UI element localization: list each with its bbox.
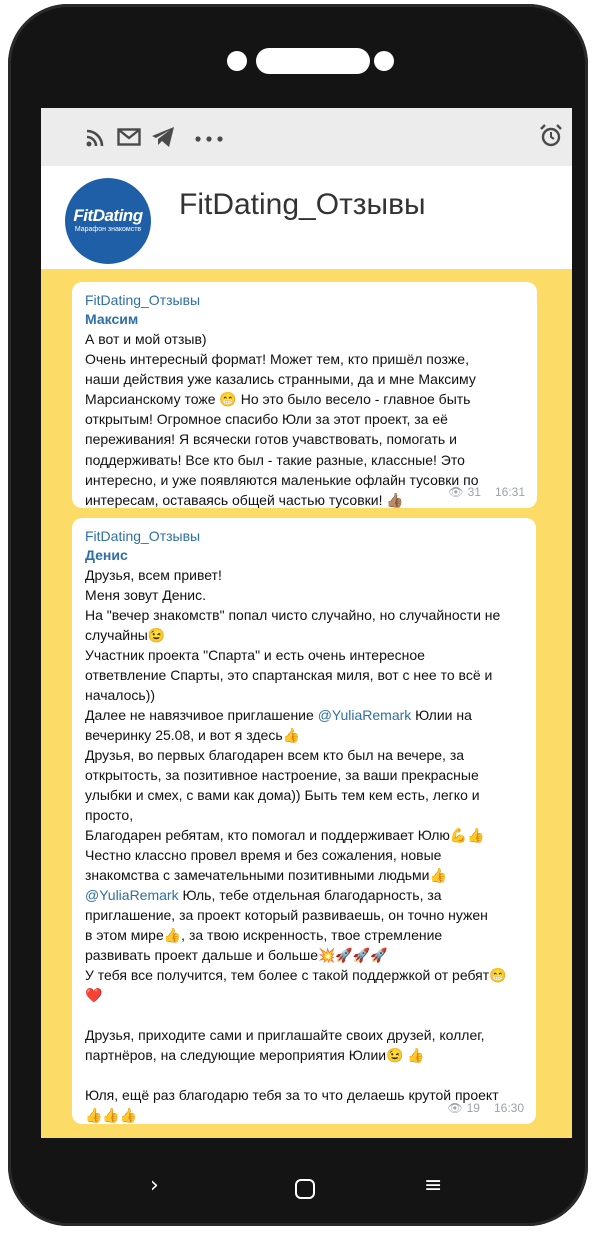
message-bubble[interactable]: FitDating_Отзывы Денис Друзья, всем прив… [72,518,536,1124]
channel-header[interactable]: FitDating Марафон знакомств FitDating_От… [41,166,572,269]
channel-title: FitDating_Отзывы [179,188,426,221]
message-text: Друзья, всем привет! Меня зовут Денис. На … [85,565,522,1125]
message-line: улыбки и смех, с вами как дома)) Быть те… [85,787,480,803]
message-line: переживания! Я всячески готов учавствова… [85,431,457,448]
message-line: @YuliaRemark Юль, тебе отдельная благода… [85,887,442,903]
message-line: в этом мире👍, за твою искренность, твое … [85,927,443,943]
message-author: Максим [85,311,139,327]
message-line: Марсианскому тоже 😁 Но это было весело -… [85,391,471,408]
message-line [85,1005,522,1025]
message-line: приглашение, за проект который развиваеш… [85,907,488,923]
mention-link[interactable]: @YuliaRemark [318,707,412,723]
mail-icon [117,128,141,146]
telegram-icon [152,127,174,147]
message-time: 16:30 [493,1101,524,1115]
more-dots-icon[interactable] [195,136,223,142]
mention-link[interactable]: @YuliaRemark [85,887,179,903]
back-nav-button[interactable]: › [150,1174,159,1198]
message-line: Благодарен ребятам, кто помогал и поддер… [85,827,485,843]
message-line: началось)) [85,687,156,703]
message-line: Очень интересный формат! Может тем, кто … [85,351,469,368]
message-line [85,1065,522,1085]
message-channel-name[interactable]: FitDating_Отзывы [85,527,522,546]
message-channel-name[interactable]: FitDating_Отзывы [85,291,523,310]
message-meta: 👁 19 16:30 [447,1101,524,1115]
message-line: У тебя все получится, тем более с такой … [85,967,507,983]
message-line: ❤️ [85,987,103,1003]
status-bar [41,108,572,166]
message-line: знакомства с замечательными позитивными … [85,867,447,883]
message-line: партнёров, на следующие мероприятия Юлии… [85,1047,425,1063]
screen: FitDating Марафон знакомств FitDating_От… [41,108,572,1138]
message-line: Участник проекта "Спарта" и есть очень и… [85,647,425,663]
message-time: 16:31 [494,485,525,499]
message-line: открытым! Огромное спасибо Юли за этот п… [85,411,448,428]
message-line: Друзья, приходите сами и приглашайте сво… [85,1027,485,1043]
message-author: Денис [85,547,128,563]
menu-nav-button[interactable]: ≡ [424,1174,442,1198]
proximity-sensor [374,51,394,71]
message-line: наши действия уже казались странными, да… [85,371,476,388]
avatar-subtitle: Марафон знакомств [74,226,142,233]
message-line: случайны😉 [85,627,166,643]
views-eye-icon: 👁 [447,1101,463,1115]
message-line: Друзья, всем привет! [85,567,222,583]
rss-icon [86,129,104,147]
home-nav-button[interactable] [295,1179,315,1199]
views-count: 31 [467,485,481,499]
message-line: Меня зовут Денис. [85,587,206,603]
message-line: вечеринку 25.08, и вот я здесь👍 [85,727,301,743]
channel-avatar[interactable]: FitDating Марафон знакомств [65,178,151,264]
views-eye-icon: 👁 [448,485,464,499]
message-line: просто, [85,807,134,823]
message-line: открытость, за позитивное настроение, за… [85,767,479,783]
message-bubble[interactable]: FitDating_Отзывы Максим А вот и мой отзы… [72,282,537,508]
message-line: Друзья, во первых благодарен всем кто бы… [85,747,465,763]
message-text: А вот и мой отзыв) Очень интересный форма… [85,329,523,510]
message-line: На "вечер знакомств" попал чисто случайн… [85,607,501,623]
message-line: развивать проект дальше и больше💥🚀🚀🚀 [85,947,388,963]
message-line: ответвление Спарты, это спартанская миля… [85,667,493,683]
phone-frame: FitDating Марафон знакомств FitDating_От… [8,4,588,1226]
front-camera [227,51,247,71]
alarm-icon [540,124,562,147]
message-line: Честно классно провел время и без сожале… [85,847,442,863]
message-line: поддерживать! Все кто был - такие разные… [85,451,465,468]
message-line: Далее не навязчивое приглашение @YuliaRe… [85,707,472,723]
message-line: А вот и мой отзыв) [85,331,207,347]
views-count: 19 [466,1101,480,1115]
earpiece-speaker [256,48,370,74]
message-meta: 👁 31 16:31 [448,485,525,499]
avatar-logo: FitDating [73,206,143,225]
